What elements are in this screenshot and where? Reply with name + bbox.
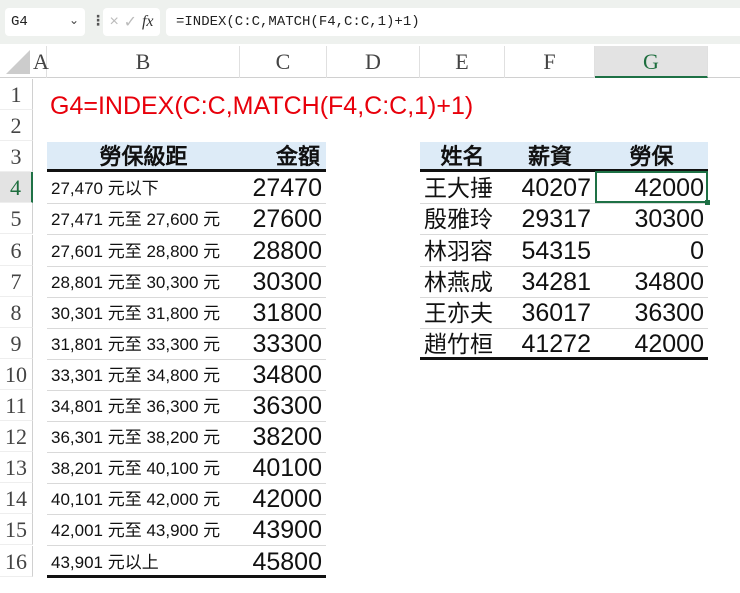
employee-name-cell[interactable]: 林羽容 (420, 236, 505, 267)
column-header-B[interactable]: B (47, 46, 240, 78)
column-header-F[interactable]: F (505, 46, 595, 78)
bracket-amount-cell[interactable]: 33300 (240, 329, 326, 360)
formula-title: G4=INDEX(C:C,MATCH(F4,C:C,1)+1) (50, 92, 474, 120)
header-emp-0: 姓名 (420, 142, 505, 173)
bracket-amount-cell[interactable]: 27600 (240, 204, 326, 236)
bracket-range-cell[interactable]: 43,901 元以上 (47, 547, 240, 578)
enter-icon[interactable]: ✓ (124, 12, 137, 32)
employee-salary-cell[interactable]: 41272 (505, 329, 595, 360)
row-header-1[interactable]: 1 (0, 79, 33, 110)
employee-name-cell[interactable]: 王大捶 (420, 173, 505, 205)
column-header-E[interactable]: E (420, 46, 505, 78)
bracket-amount-cell[interactable]: 28800 (240, 236, 326, 267)
employee-insurance-cell[interactable]: 36300 (595, 298, 708, 329)
row-header-5[interactable]: 5 (0, 203, 33, 235)
bracket-amount-cell[interactable]: 34800 (240, 360, 326, 391)
bracket-amount-cell[interactable]: 27470 (240, 173, 326, 205)
employee-insurance-cell[interactable]: 30300 (595, 204, 708, 236)
row-header-2[interactable]: 2 (0, 110, 33, 142)
bracket-range-cell[interactable]: 40,101 元至 42,000 元 (47, 484, 240, 516)
row-header-14[interactable]: 14 (0, 483, 33, 515)
row-header-7[interactable]: 7 (0, 265, 33, 297)
name-box-value: G4 (11, 14, 28, 30)
row-header-11[interactable]: 11 (0, 390, 33, 421)
row-header-3[interactable]: 3 (0, 141, 33, 173)
name-box[interactable]: G4 ⌄ (5, 8, 85, 36)
employee-salary-cell[interactable]: 40207 (505, 173, 595, 205)
row-header-6[interactable]: 6 (0, 234, 33, 266)
bracket-amount-cell[interactable]: 30300 (240, 267, 326, 298)
bracket-range-cell[interactable]: 27,601 元至 28,800 元 (47, 236, 240, 267)
bracket-amount-cell[interactable]: 40100 (240, 453, 326, 485)
column-header-G[interactable]: G (595, 46, 708, 78)
row-header-16[interactable]: 16 (0, 545, 33, 577)
bracket-range-cell[interactable]: 27,470 元以下 (47, 173, 240, 205)
header-emp-1: 薪資 (505, 142, 595, 173)
bracket-range-cell[interactable]: 31,801 元至 33,300 元 (47, 329, 240, 360)
formula-bar: G4 ⌄ ⋮ × ✓ fx =INDEX(C:C,MATCH(F4,C:C,1)+… (0, 0, 740, 44)
column-header-C[interactable]: C (240, 46, 327, 78)
bracket-amount-cell[interactable]: 45800 (240, 547, 326, 578)
bracket-range-cell[interactable]: 34,801 元至 36,300 元 (47, 391, 240, 422)
row-header-8[interactable]: 8 (0, 296, 33, 328)
row-header-4[interactable]: 4 (0, 172, 33, 204)
row-header-15[interactable]: 15 (0, 514, 33, 546)
bracket-range-cell[interactable]: 36,301 元至 38,200 元 (47, 422, 240, 454)
bracket-amount-cell[interactable]: 42000 (240, 484, 326, 516)
bracket-amount-cell[interactable]: 43900 (240, 515, 326, 547)
employee-name-cell[interactable]: 趙竹桓 (420, 329, 505, 360)
header-amount: 金額 (240, 142, 326, 173)
bracket-range-cell[interactable]: 42,001 元至 43,900 元 (47, 515, 240, 547)
bracket-range-cell[interactable]: 33,301 元至 34,800 元 (47, 360, 240, 391)
formula-input[interactable]: =INDEX(C:C,MATCH(F4,C:C,1)+1) (166, 8, 740, 36)
formula-buttons: × ✓ fx (103, 8, 160, 36)
row-header-13[interactable]: 13 (0, 452, 33, 484)
bracket-range-cell[interactable]: 27,471 元至 27,600 元 (47, 204, 240, 236)
select-all-button[interactable] (6, 50, 30, 74)
employee-salary-cell[interactable]: 36017 (505, 298, 595, 329)
row-header-10[interactable]: 10 (0, 358, 33, 390)
bracket-range-cell[interactable]: 38,201 元至 40,100 元 (47, 453, 240, 485)
bracket-amount-cell[interactable]: 38200 (240, 422, 326, 454)
employee-salary-cell[interactable]: 54315 (505, 236, 595, 267)
row-header-12[interactable]: 12 (0, 421, 33, 453)
bracket-amount-cell[interactable]: 36300 (240, 391, 326, 422)
employee-insurance-cell[interactable]: 0 (595, 236, 708, 267)
header-emp-2: 勞保 (595, 142, 708, 173)
column-header-A[interactable]: A (33, 46, 49, 78)
insert-function-icon[interactable]: fx (142, 13, 154, 31)
bracket-amount-cell[interactable]: 31800 (240, 298, 326, 329)
employee-insurance-cell[interactable]: 42000 (595, 329, 708, 360)
cancel-icon[interactable]: × (109, 13, 118, 31)
row-header-9[interactable]: 9 (0, 327, 33, 359)
employee-insurance-cell[interactable]: 34800 (595, 267, 708, 298)
bracket-range-cell[interactable]: 30,301 元至 31,800 元 (47, 298, 240, 329)
employee-salary-cell[interactable]: 29317 (505, 204, 595, 236)
header-bracket: 勞保級距 (47, 142, 240, 173)
employee-name-cell[interactable]: 林燕成 (420, 267, 505, 298)
column-headers: ABCDEFG (0, 46, 740, 78)
employee-name-cell[interactable]: 殷雅玲 (420, 204, 505, 236)
chevron-down-icon[interactable]: ⌄ (69, 13, 79, 28)
employee-salary-cell[interactable]: 34281 (505, 267, 595, 298)
column-header-D[interactable]: D (327, 46, 420, 78)
selected-cell-g4[interactable] (595, 171, 710, 205)
bracket-range-cell[interactable]: 28,801 元至 30,300 元 (47, 267, 240, 298)
employee-name-cell[interactable]: 王亦夫 (420, 298, 505, 329)
